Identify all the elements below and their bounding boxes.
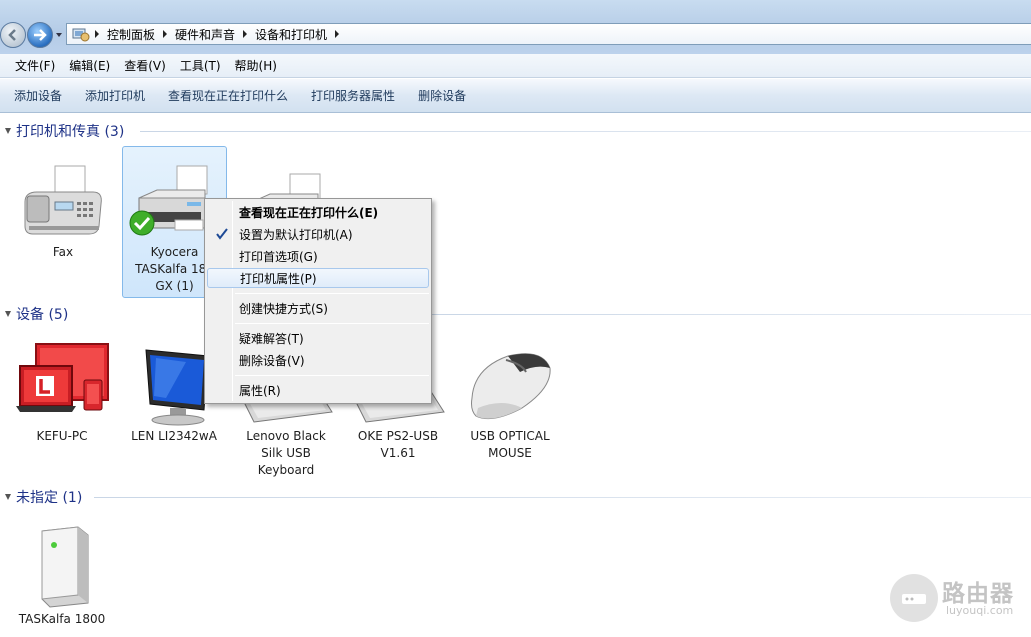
arrow-left-icon bbox=[8, 29, 16, 41]
menu-edit[interactable]: 编辑(E) bbox=[62, 57, 117, 74]
address-bar-area: 控制面板 硬件和声音 设备和打印机 bbox=[0, 0, 1031, 54]
group-header-unspecified[interactable]: 未指定 (1) bbox=[16, 487, 82, 507]
ctx-see-printing[interactable]: 查看现在正在打印什么(E) bbox=[207, 202, 429, 222]
breadcrumb-separator-icon[interactable] bbox=[238, 24, 252, 44]
device-label: Lenovo Black Silk USB Keyboard bbox=[246, 429, 326, 477]
group-collapse-icon[interactable] bbox=[4, 127, 12, 135]
menu-bar: 文件(F) 编辑(E) 查看(V) 工具(T) 帮助(H) bbox=[0, 54, 1031, 78]
forward-button[interactable] bbox=[27, 22, 53, 48]
device-label: OKE PS2-USB V1.61 bbox=[357, 429, 439, 460]
group-header-devices[interactable]: 设备 (5) bbox=[16, 304, 68, 324]
breadcrumb-item-control-panel[interactable]: 控制面板 bbox=[104, 26, 158, 43]
tower-device-icon bbox=[14, 521, 110, 611]
see-printing-button[interactable]: 查看现在正在打印什么 bbox=[160, 87, 296, 104]
breadcrumb-item-hardware-sound[interactable]: 硬件和声音 bbox=[172, 26, 238, 43]
command-bar: 添加设备 添加打印机 查看现在正在打印什么 打印服务器属性 删除设备 bbox=[0, 79, 1031, 113]
default-printer-check-icon bbox=[129, 210, 154, 236]
check-icon bbox=[216, 228, 228, 240]
group-divider bbox=[432, 314, 1031, 315]
menu-help[interactable]: 帮助(H) bbox=[228, 57, 284, 74]
group-title: 设备 (5) bbox=[16, 307, 69, 323]
device-taskalfa-1800[interactable]: TASKalfa 1800 bbox=[10, 521, 114, 628]
breadcrumb: 控制面板 硬件和声音 设备和打印机 bbox=[67, 24, 344, 44]
group-collapse-icon[interactable] bbox=[4, 493, 12, 501]
device-label: USB OPTICAL MOUSE bbox=[470, 429, 550, 460]
ctx-separator bbox=[235, 293, 429, 294]
fax-icon bbox=[15, 154, 111, 244]
router-logo-icon bbox=[890, 574, 938, 622]
group-divider bbox=[94, 497, 1031, 498]
arrow-right-icon bbox=[34, 29, 47, 41]
watermark-subtext: luyouqi.com bbox=[946, 604, 1014, 617]
device-label: KEFU-PC bbox=[36, 429, 88, 443]
back-button[interactable] bbox=[0, 22, 26, 48]
history-dropdown-icon[interactable] bbox=[55, 31, 63, 39]
group-header-printers[interactable]: 打印机和传真 (3) bbox=[16, 121, 124, 141]
ctx-remove-device[interactable]: 删除设备(V) bbox=[207, 350, 429, 370]
remove-device-button[interactable]: 删除设备 bbox=[410, 87, 474, 104]
device-label: LEN LI2342wA bbox=[131, 429, 217, 443]
menu-tools[interactable]: 工具(T) bbox=[173, 57, 228, 74]
group-collapse-icon[interactable] bbox=[4, 310, 12, 318]
group-title: 打印机和传真 (3) bbox=[16, 124, 125, 140]
menu-file[interactable]: 文件(F) bbox=[8, 57, 62, 74]
ctx-set-default-printer[interactable]: 设置为默认打印机(A) bbox=[207, 224, 429, 244]
address-box[interactable]: 控制面板 硬件和声音 设备和打印机 bbox=[66, 23, 1031, 45]
ctx-properties[interactable]: 属性(R) bbox=[207, 380, 429, 400]
device-label: Fax bbox=[52, 245, 74, 259]
watermark-logo: 路由器 luyouqi.com bbox=[890, 572, 1025, 624]
ctx-printing-preferences[interactable]: 打印首选项(G) bbox=[207, 246, 429, 266]
watermark-text: 路由器 bbox=[942, 581, 1014, 607]
print-server-properties-button[interactable]: 打印服务器属性 bbox=[303, 87, 403, 104]
add-printer-button[interactable]: 添加打印机 bbox=[77, 87, 153, 104]
ctx-troubleshoot[interactable]: 疑难解答(T) bbox=[207, 328, 429, 348]
mouse-icon bbox=[462, 338, 558, 428]
breadcrumb-separator-icon[interactable] bbox=[330, 24, 344, 44]
ctx-create-shortcut[interactable]: 创建快捷方式(S) bbox=[207, 298, 429, 318]
ctx-separator bbox=[235, 323, 429, 324]
device-kefu-pc[interactable]: KEFU-PC bbox=[10, 338, 114, 445]
breadcrumb-separator-icon[interactable] bbox=[90, 24, 104, 44]
context-menu: 查看现在正在打印什么(E) 设置为默认打印机(A) 打印首选项(G) 打印机属性… bbox=[204, 198, 432, 404]
device-label: TASKalfa 1800 bbox=[18, 612, 106, 626]
device-fax[interactable]: Fax bbox=[11, 154, 115, 261]
control-panel-icon bbox=[72, 28, 90, 42]
ctx-printer-properties[interactable]: 打印机属性(P) bbox=[207, 268, 429, 288]
device-usb-mouse[interactable]: USB OPTICAL MOUSE bbox=[458, 338, 562, 462]
breadcrumb-separator-icon[interactable] bbox=[158, 24, 172, 44]
ctx-item-label: 设置为默认打印机(A) bbox=[239, 227, 353, 242]
group-divider bbox=[140, 131, 1031, 132]
breadcrumb-item-devices-printers[interactable]: 设备和打印机 bbox=[252, 26, 330, 43]
device-list: 打印机和传真 (3) Fax Kyocera TASKalfa 180 GX (… bbox=[0, 114, 1031, 637]
group-title: 未指定 (1) bbox=[16, 490, 83, 506]
add-device-button[interactable]: 添加设备 bbox=[6, 87, 70, 104]
computer-icon bbox=[14, 338, 110, 428]
menu-view[interactable]: 查看(V) bbox=[117, 57, 173, 74]
ctx-separator bbox=[235, 375, 429, 376]
